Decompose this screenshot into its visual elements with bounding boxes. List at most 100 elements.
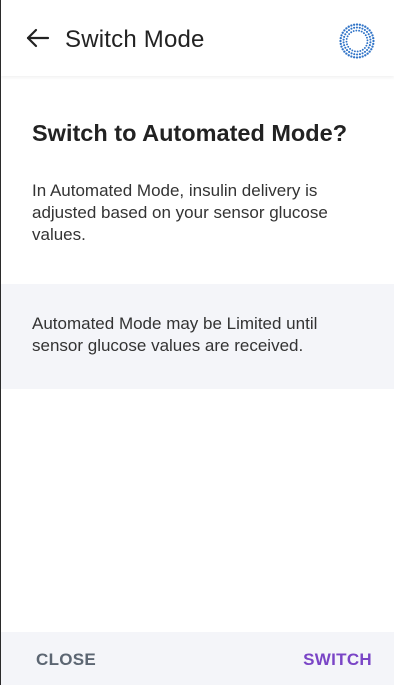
sensor-icon-dot <box>365 44 368 47</box>
sensor-icon-dot <box>366 48 369 52</box>
sensor-icon-dot <box>358 23 362 26</box>
sensor-icon-dot <box>361 24 364 27</box>
sensor-icon-dot <box>341 31 344 34</box>
sensor-icon-dot <box>352 56 356 59</box>
sensor-icon-dot <box>344 46 347 49</box>
sensor-icon-dot <box>345 52 348 55</box>
sensor-icon-dot <box>370 48 373 51</box>
arrow-left-icon[interactable] <box>24 24 52 52</box>
sensor-icon-dot <box>369 38 372 41</box>
sensor-icon-dot <box>361 48 364 51</box>
sensor-icon-dot <box>366 36 368 39</box>
info-message: Automated Mode may be Limited until sens… <box>32 314 318 355</box>
sensor-icon-dot <box>346 35 349 38</box>
sensor-icon-dot <box>349 47 351 50</box>
sensor-icon-dot <box>358 26 361 29</box>
sensor-icon-dot <box>358 29 361 32</box>
sensor-icon-dot <box>372 39 375 43</box>
sensor-icon-dot <box>355 26 358 29</box>
sensor-icon-dot <box>352 23 356 26</box>
sensor-icon-dot <box>351 49 354 52</box>
sensor-icon-dot <box>347 45 350 48</box>
sensor-icon-dot <box>355 29 358 32</box>
sensor-icon-dot <box>358 56 362 59</box>
sensor-icon-dot <box>360 30 363 33</box>
page-title: Switch Mode <box>65 26 205 53</box>
info-panel: Automated Mode may be Limited until sens… <box>1 284 394 389</box>
close-button[interactable]: CLOSE <box>36 650 96 670</box>
sensor-icon-dot <box>345 30 348 34</box>
sensor-icon-dot <box>342 38 345 41</box>
sensor-icon-dot <box>356 50 359 53</box>
sensor-icon-dot <box>366 42 369 45</box>
sensor-icon-dot <box>345 27 348 30</box>
app-header: Switch Mode <box>1 0 394 76</box>
sensor-icon-dot <box>347 25 350 28</box>
sensor-icon-dot <box>363 50 367 53</box>
switch-mode-screen: Switch Mode Switch to Automated Mode? In… <box>0 0 394 685</box>
sensor-icon-dot <box>350 24 353 27</box>
sensor-icon-dot <box>342 41 345 44</box>
sensor-icon-dot <box>363 28 366 32</box>
sensor-icon-dot <box>345 40 348 43</box>
sensor-icon-dot <box>350 55 353 58</box>
sensor-icon-dot <box>368 50 371 53</box>
sensor-icon-dot <box>353 26 356 29</box>
sensor-icon-dot <box>345 37 348 40</box>
sensor-icon-dot <box>340 34 343 37</box>
sensor-icon-dot <box>340 45 343 48</box>
dialog-heading: Switch to Automated Mode? <box>32 120 348 146</box>
sensor-icon-dot <box>339 36 342 40</box>
sensor-icon-dot <box>341 48 344 51</box>
sensor-icon-dot <box>355 23 359 26</box>
sensor-icon-dot <box>367 46 370 49</box>
sensor-icon-dot <box>363 32 365 35</box>
sensor-icon-dot <box>369 41 372 44</box>
sensor-icon-dot <box>364 54 367 57</box>
sensor-icon-dot <box>347 54 350 57</box>
sensor-icon-dot <box>368 29 371 32</box>
mode-description: In Automated Mode, insulin delivery is a… <box>32 181 328 244</box>
sensor-icon-dot <box>339 39 342 43</box>
sensor-icon-dot <box>347 29 351 32</box>
sensor-icon-dot <box>370 31 373 34</box>
sensor-icon-dot <box>353 50 356 53</box>
sensor-icon-dot <box>364 34 367 37</box>
sensor-icon-dot <box>343 50 346 53</box>
sensor-icon-dot <box>366 39 369 42</box>
sensor-icon-dot <box>345 49 349 52</box>
sensor-icon-dot <box>343 35 346 38</box>
sensor-icon-dot <box>358 53 361 56</box>
sensor-icon-dot <box>350 27 353 30</box>
sensor-icon-dot <box>371 34 374 37</box>
sensor-icon-dot <box>356 53 359 56</box>
sensor-icon-dot <box>355 56 359 59</box>
sensor-icon-dot <box>339 42 342 46</box>
sensor-icon-dot <box>343 29 346 32</box>
sensor-icon-dot <box>350 31 353 34</box>
sensor-icon-dot <box>361 27 364 30</box>
sensor-icon-dot <box>359 50 362 52</box>
action-bar: CLOSE SWITCH <box>1 632 394 685</box>
sensor-icon-dot <box>367 33 370 36</box>
sensor-icon-dot <box>343 44 346 47</box>
sensor-icon-dot <box>368 35 371 38</box>
sensor-icon-dot <box>368 44 371 47</box>
sensor-icon-dot <box>365 30 369 33</box>
sensor-icon-dot <box>366 52 369 55</box>
sensor-icon-dot <box>353 53 356 56</box>
sensor-icon-dot <box>364 25 367 28</box>
sensor-icon-dot <box>346 43 348 46</box>
sensor-icon-dot <box>371 45 374 48</box>
sensor-icon-dot <box>350 52 353 55</box>
sensor-icon-dot <box>361 55 364 58</box>
sensor-icon-dot <box>348 50 351 54</box>
sensor-icon-dot <box>363 47 366 49</box>
sensor-icon-dot <box>372 36 375 40</box>
sensor-icon-dot <box>372 42 375 46</box>
sensor-status-icon <box>339 23 375 59</box>
sensor-icon-dot <box>344 33 347 36</box>
sensor-icon-dot <box>366 27 369 30</box>
switch-button[interactable]: SWITCH <box>303 650 372 670</box>
sensor-icon-dot <box>348 33 351 35</box>
